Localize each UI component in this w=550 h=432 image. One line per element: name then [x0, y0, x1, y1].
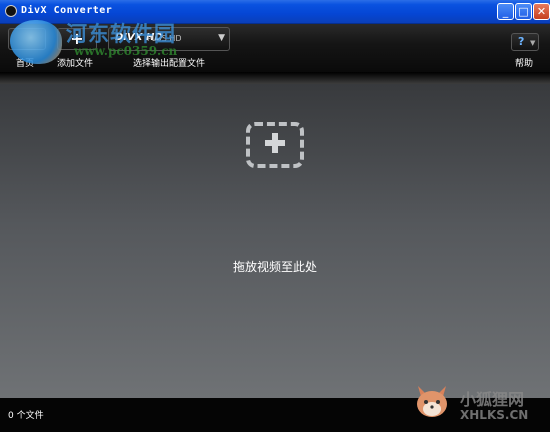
fox-watermark-title: 小狐狸网	[460, 390, 525, 409]
maximize-button[interactable]: □	[515, 3, 532, 20]
help-label: 帮助	[515, 59, 534, 69]
fox-watermark-url: XHLKS.CN	[460, 408, 529, 422]
help-button[interactable]: ? ▼	[511, 33, 539, 51]
toolbar-separator	[0, 72, 550, 84]
minimize-button[interactable]: _	[497, 3, 514, 20]
close-button[interactable]: ✕	[533, 3, 550, 20]
add-video-icon[interactable]	[246, 122, 304, 168]
help-icon: ?	[518, 35, 525, 48]
file-count: 0 个文件	[8, 411, 44, 421]
watermark-site-url: www.pc0359.cn	[74, 44, 178, 58]
chevron-down-icon: ▼	[218, 33, 225, 43]
watermark-logo	[10, 20, 62, 64]
divx-app-icon	[5, 5, 17, 17]
chevron-down-icon: ▼	[530, 39, 536, 47]
window-title: DivX Converter	[21, 5, 113, 16]
plus-icon	[265, 133, 285, 153]
drop-zone-text: 拖放视频至此处	[232, 260, 317, 274]
fox-watermark-icon	[417, 386, 447, 417]
